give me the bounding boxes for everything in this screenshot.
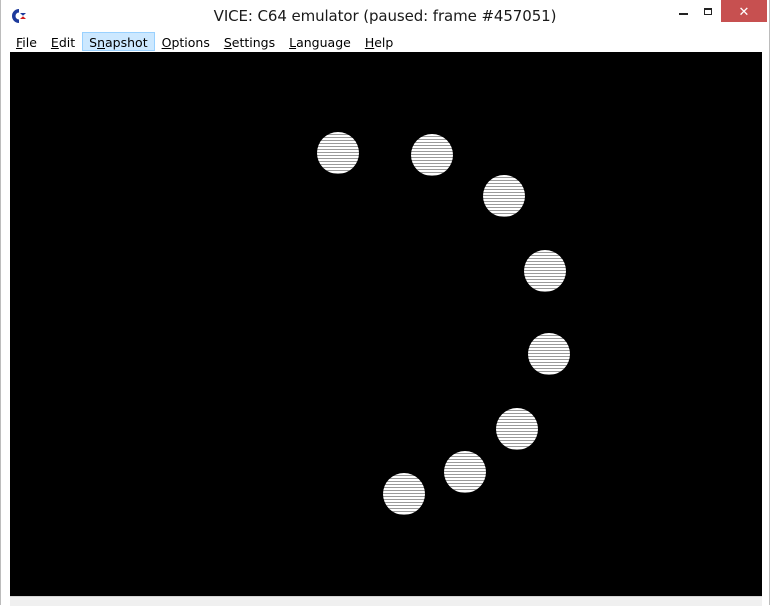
menu-language[interactable]: Language	[282, 32, 358, 51]
close-icon: ✕	[738, 3, 750, 19]
sprite-ball	[444, 451, 486, 493]
minimize-button[interactable]	[673, 0, 693, 22]
menu-edit[interactable]: Edit	[44, 32, 82, 51]
menu-settings[interactable]: Settings	[217, 32, 282, 51]
maximize-icon	[704, 7, 712, 15]
sprite-ball	[483, 175, 525, 217]
sprite-ball	[528, 333, 570, 375]
window-title: VICE: C64 emulator (paused: frame #45705…	[213, 7, 557, 25]
emulator-screen[interactable]	[10, 52, 762, 596]
menu-options[interactable]: Options	[155, 32, 217, 51]
sprite-ball	[383, 473, 425, 515]
sprite-ball	[496, 408, 538, 450]
sprite-ball	[524, 250, 566, 292]
sprite-ball	[317, 132, 359, 174]
vice-window: VICE: C64 emulator (paused: frame #45705…	[0, 0, 770, 606]
menu-file[interactable]: File	[9, 32, 44, 51]
minimize-icon	[678, 13, 688, 15]
title-bar[interactable]: VICE: C64 emulator (paused: frame #45705…	[1, 0, 769, 31]
menu-help[interactable]: Help	[358, 32, 401, 51]
menu-bar: File Edit Snapshot Options Settings Lang…	[9, 31, 763, 52]
menu-snapshot[interactable]: Snapshot	[82, 32, 155, 51]
maximize-button[interactable]	[698, 0, 718, 22]
close-button[interactable]: ✕	[721, 0, 767, 22]
sprite-ball	[411, 134, 453, 176]
